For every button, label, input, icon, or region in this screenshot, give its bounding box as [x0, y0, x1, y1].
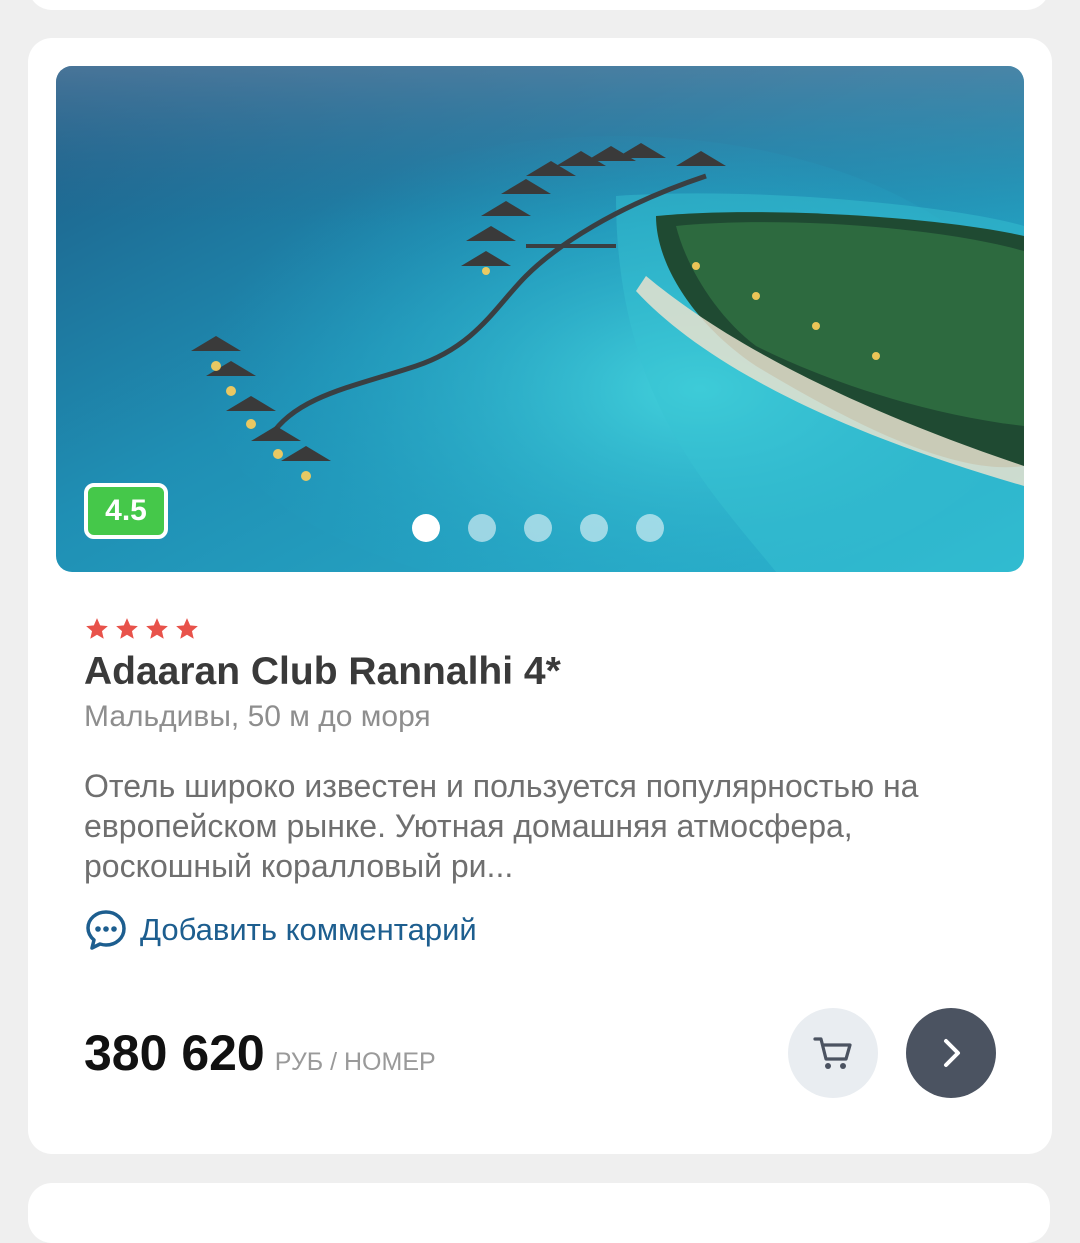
star-icon — [176, 618, 198, 639]
add-comment-label[interactable]: Добавить комментарий — [140, 912, 477, 948]
add-comment-link[interactable]: Добавить комментарий — [84, 908, 477, 952]
price-unit: РУБ / НОМЕР — [274, 1048, 436, 1076]
price-value: 380 620 — [84, 1025, 265, 1081]
photo-pagination[interactable] — [412, 514, 664, 542]
add-to-cart-button[interactable] — [788, 1008, 878, 1098]
hotel-photo[interactable]: 4.5 — [56, 66, 1024, 572]
pagination-dot[interactable] — [412, 514, 440, 542]
star-icon — [146, 618, 168, 639]
hotel-location: Мальдивы, 50 м до моря — [84, 700, 431, 733]
price: 380 620 РУБ / НОМЕР — [84, 1024, 436, 1082]
pagination-dot[interactable] — [468, 514, 496, 542]
pagination-dot[interactable] — [524, 514, 552, 542]
next-card — [28, 1183, 1050, 1243]
star-icon — [116, 618, 138, 639]
hotel-name[interactable]: Adaaran Club Rannalhi 4* — [84, 650, 561, 694]
hotel-description: Отель широко известен и пользуется попул… — [84, 768, 919, 884]
open-hotel-button[interactable] — [906, 1008, 996, 1098]
previous-card — [28, 0, 1050, 10]
cart-icon — [813, 1037, 852, 1069]
pagination-dot[interactable] — [580, 514, 608, 542]
hotel-card[interactable]: 4.5 Adaaran Club Rannalhi 4* Мальдивы, 5… — [28, 38, 1052, 1154]
star-icon — [86, 618, 108, 639]
resort-aerial-image — [56, 66, 1024, 572]
rating-badge: 4.5 — [84, 483, 168, 539]
chat-bubble-icon — [86, 910, 126, 950]
pagination-dot[interactable] — [636, 514, 664, 542]
star-rating — [84, 616, 200, 642]
chevron-right-icon — [944, 1039, 960, 1067]
